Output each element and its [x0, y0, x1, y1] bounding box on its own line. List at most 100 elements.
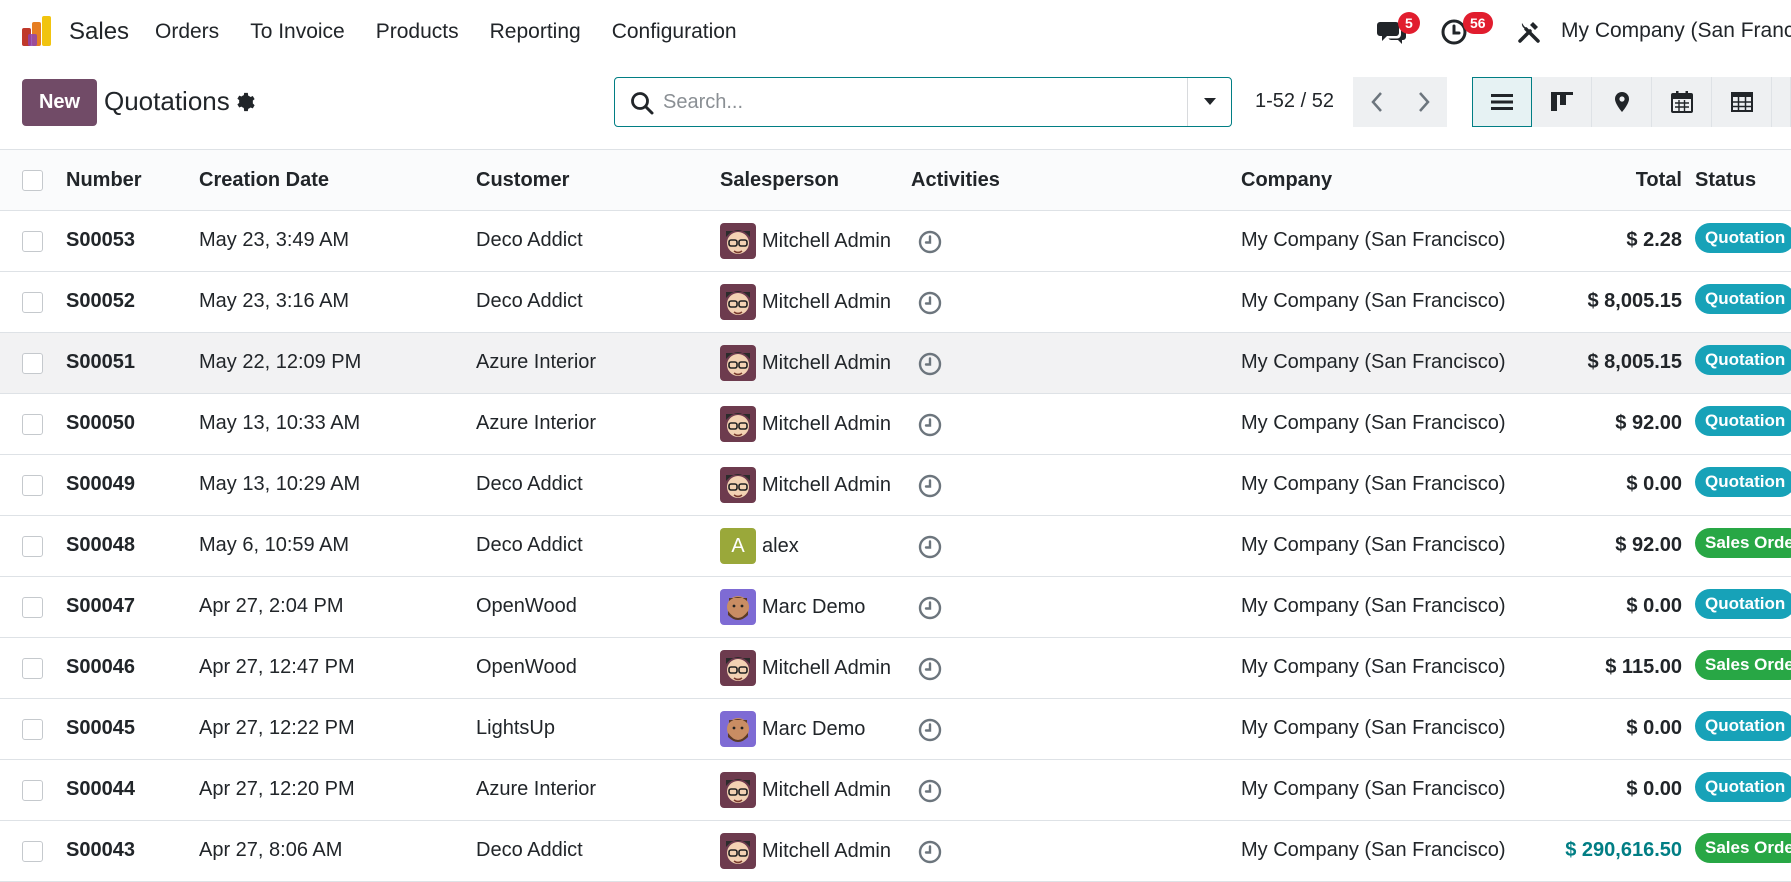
pivot-view-button[interactable]	[1712, 77, 1772, 127]
search-options-toggle[interactable]	[1187, 78, 1231, 126]
row-checkbox[interactable]	[22, 231, 43, 252]
company-name: My Company (San Francisco)	[1241, 351, 1506, 373]
new-button[interactable]: New	[22, 79, 97, 126]
messages-button[interactable]: 5	[1372, 12, 1420, 52]
table-row[interactable]: S00046 Apr 27, 12:47 PM OpenWood Mitchell A…	[0, 638, 1791, 699]
row-checkbox[interactable]	[22, 841, 43, 862]
activity-clock-icon[interactable]	[918, 291, 942, 315]
avatar	[720, 833, 756, 869]
activities-button[interactable]: 56	[1440, 12, 1496, 52]
activity-clock-icon[interactable]	[918, 535, 942, 559]
order-total: $ 92.00	[1615, 412, 1682, 434]
menu-configuration[interactable]: Configuration	[612, 20, 737, 44]
table-row[interactable]: S00048 May 6, 10:59 AM Deco Addict Aalex My …	[0, 516, 1791, 577]
app-name[interactable]: Sales	[69, 18, 129, 46]
salesperson-name: Mitchell Admin	[762, 779, 891, 801]
calendar-view-button[interactable]	[1652, 77, 1712, 127]
activity-clock-icon[interactable]	[918, 657, 942, 681]
customer-name: OpenWood	[476, 595, 577, 617]
menu-to-invoice[interactable]: To Invoice	[250, 20, 345, 44]
menu-reporting[interactable]: Reporting	[490, 20, 581, 44]
company-name: My Company (San Francisco)	[1241, 412, 1506, 434]
row-checkbox[interactable]	[22, 353, 43, 374]
company-name: My Company (San Francisco)	[1241, 290, 1506, 312]
activity-clock-icon[interactable]	[918, 596, 942, 620]
list-view-button[interactable]	[1472, 77, 1532, 127]
company-switcher[interactable]: My Company (San Francisco)	[1561, 19, 1791, 43]
kanban-view-button[interactable]	[1532, 77, 1592, 127]
status-badge: Quotation	[1695, 284, 1791, 314]
sales-app-logo-icon[interactable]	[20, 14, 54, 48]
mitchell-avatar-icon	[720, 467, 756, 503]
activity-clock-icon[interactable]	[918, 779, 942, 803]
column-number[interactable]: Number	[66, 169, 142, 192]
salesperson-name: Mitchell Admin	[762, 352, 891, 374]
search-input[interactable]	[663, 86, 1163, 118]
graph-view-button[interactable]	[1772, 77, 1791, 127]
column-status[interactable]: Status	[1695, 169, 1756, 192]
company-name: My Company (San Francisco)	[1241, 717, 1506, 739]
map-view-button[interactable]	[1592, 77, 1652, 127]
pager-next-button[interactable]	[1400, 77, 1447, 127]
table-row[interactable]: S00053 May 23, 3:49 AM Deco Addict Mitchell…	[0, 211, 1791, 272]
creation-date: May 13, 10:29 AM	[199, 473, 361, 495]
avatar	[720, 284, 756, 320]
table-row[interactable]: S00051 May 22, 12:09 PM Azure Interior Mitc…	[0, 333, 1791, 394]
customer-name: LightsUp	[476, 717, 555, 739]
select-all-checkbox[interactable]	[22, 170, 43, 191]
column-creation-date[interactable]: Creation Date	[199, 169, 329, 192]
marc-avatar-icon	[720, 589, 756, 625]
order-total: $ 0.00	[1626, 778, 1682, 800]
customer-name: Deco Addict	[476, 473, 583, 495]
creation-date: Apr 27, 2:04 PM	[199, 595, 344, 617]
row-checkbox[interactable]	[22, 597, 43, 618]
pager-value[interactable]: 1-52 / 52	[1255, 90, 1334, 113]
row-checkbox[interactable]	[22, 292, 43, 313]
mitchell-avatar-icon	[720, 345, 756, 381]
order-number: S00050	[66, 412, 135, 434]
table-row[interactable]: S00050 May 13, 10:33 AM Azure Interior Mitc…	[0, 394, 1791, 455]
avatar	[720, 589, 756, 625]
activity-clock-icon[interactable]	[918, 474, 942, 498]
column-company[interactable]: Company	[1241, 169, 1332, 192]
activity-clock-icon[interactable]	[918, 230, 942, 254]
status-badge: Quotation	[1695, 772, 1791, 802]
column-customer[interactable]: Customer	[476, 169, 569, 192]
table-row[interactable]: S00049 May 13, 10:29 AM Deco Addict Mitchel…	[0, 455, 1791, 516]
order-number: S00043	[66, 839, 135, 861]
activity-clock-icon[interactable]	[918, 352, 942, 376]
activity-clock-icon[interactable]	[918, 840, 942, 864]
column-salesperson[interactable]: Salesperson	[720, 169, 839, 192]
mitchell-avatar-icon	[720, 772, 756, 808]
row-checkbox[interactable]	[22, 658, 43, 679]
row-checkbox[interactable]	[22, 536, 43, 557]
avatar	[720, 223, 756, 259]
salesperson-name: Mitchell Admin	[762, 413, 891, 435]
gear-icon[interactable]	[235, 91, 257, 113]
column-activities[interactable]: Activities	[911, 169, 1000, 192]
table-row[interactable]: S00043 Apr 27, 8:06 AM Deco Addict Mitchell…	[0, 821, 1791, 882]
status-badge: Quotation	[1695, 589, 1791, 619]
mitchell-avatar-icon	[720, 284, 756, 320]
order-number: S00049	[66, 473, 135, 495]
menu-products[interactable]: Products	[376, 20, 459, 44]
column-total[interactable]: Total	[1636, 169, 1682, 192]
row-checkbox[interactable]	[22, 780, 43, 801]
table-row[interactable]: S00052 May 23, 3:16 AM Deco Addict Mitchell…	[0, 272, 1791, 333]
status-badge: Sales Orde	[1695, 833, 1791, 863]
activity-clock-icon[interactable]	[918, 718, 942, 742]
avatar	[720, 406, 756, 442]
debug-tools-button[interactable]	[1514, 12, 1544, 52]
activity-clock-icon[interactable]	[918, 413, 942, 437]
table-row[interactable]: S00045 Apr 27, 12:22 PM LightsUp Marc Demo M…	[0, 699, 1791, 760]
company-name: My Company (San Francisco)	[1241, 473, 1506, 495]
table-row[interactable]: S00044 Apr 27, 12:20 PM Azure Interior Mitc…	[0, 760, 1791, 821]
pager-previous-button[interactable]	[1353, 77, 1400, 127]
order-number: S00047	[66, 595, 135, 617]
row-checkbox[interactable]	[22, 414, 43, 435]
table-row[interactable]: S00047 Apr 27, 2:04 PM OpenWood Marc Demo My…	[0, 577, 1791, 638]
row-checkbox[interactable]	[22, 719, 43, 740]
mitchell-avatar-icon	[720, 223, 756, 259]
row-checkbox[interactable]	[22, 475, 43, 496]
menu-orders[interactable]: Orders	[155, 20, 219, 44]
